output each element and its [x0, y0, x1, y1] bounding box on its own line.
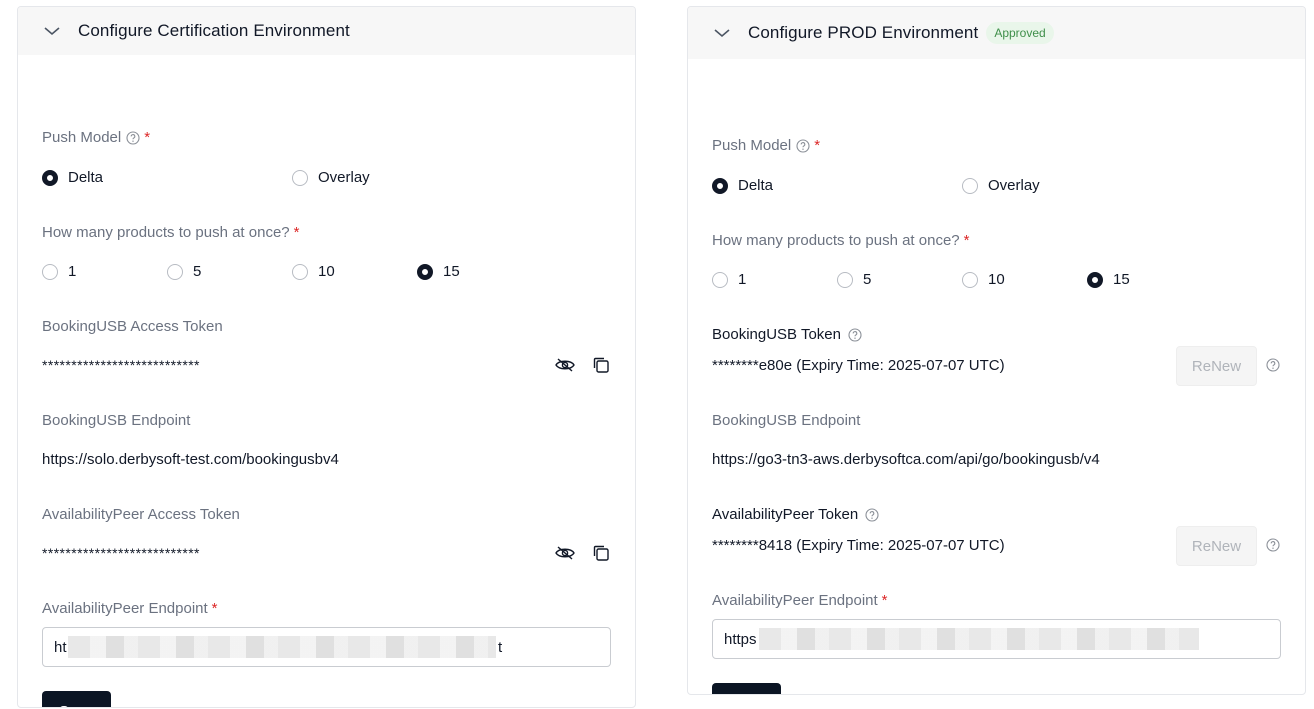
cert-products-label-text: How many products to push at once?: [42, 224, 290, 241]
chevron-down-icon[interactable]: [712, 23, 732, 43]
chevron-down-icon[interactable]: [42, 21, 62, 41]
radio-label: 10: [988, 271, 1005, 288]
prod-avail-endpoint-label-text: AvailabilityPeer Endpoint: [712, 592, 878, 609]
prod-products-label-text: How many products to push at once?: [712, 232, 960, 249]
prod-products-option-10[interactable]: 10: [962, 271, 1005, 288]
redacted-region: [68, 636, 496, 658]
radio-circle[interactable]: [292, 169, 308, 186]
cert-avail-endpoint-input[interactable]: ht t: [42, 627, 611, 667]
radio-label: 1: [738, 271, 747, 288]
radio-label: 15: [443, 263, 460, 280]
radio-circle[interactable]: [712, 271, 728, 288]
redacted-region: [759, 628, 1199, 650]
required-marker: *: [963, 232, 970, 249]
cert-products-option-5[interactable]: 5: [167, 263, 201, 280]
prod-booking-token-label: BookingUSB Token: [712, 326, 862, 343]
prod-booking-renew-button[interactable]: ReNew: [1176, 346, 1257, 386]
radio-label: Delta: [68, 169, 104, 186]
prod-booking-endpoint-label: BookingUSB Endpoint: [712, 412, 861, 429]
prod-push-model-overlay[interactable]: Overlay: [962, 177, 1040, 194]
status-badge: Approved: [986, 22, 1054, 44]
cert-avail-token-value: ***************************: [42, 545, 200, 561]
radio-label: 5: [863, 271, 872, 288]
radio-circle[interactable]: [417, 263, 433, 280]
prod-environment-panel: Configure PROD Environment Approved Push…: [687, 6, 1306, 695]
prod-booking-endpoint-value: https://go3-tn3-aws.derbysoftca.com/api/…: [712, 451, 1100, 468]
required-marker: *: [144, 129, 151, 146]
cert-avail-endpoint-label-text: AvailabilityPeer Endpoint: [42, 600, 208, 617]
radio-label: 1: [68, 263, 77, 280]
prod-panel-title: Configure PROD Environment: [748, 23, 979, 42]
cert-avail-endpoint-label: AvailabilityPeer Endpoint *: [42, 600, 218, 617]
question-circle-icon[interactable]: [126, 130, 140, 145]
prod-save-button[interactable]: Save: [712, 683, 782, 694]
prod-push-model-delta[interactable]: Delta: [712, 177, 773, 194]
input-value-prefix: ht: [54, 638, 67, 656]
prod-avail-endpoint-label: AvailabilityPeer Endpoint *: [712, 592, 888, 609]
cert-panel-header[interactable]: Configure Certification Environment: [18, 7, 635, 55]
copy-icon[interactable]: [591, 355, 611, 375]
radio-circle[interactable]: [167, 263, 183, 280]
input-value-prefix: https: [724, 630, 757, 648]
cert-products-option-1[interactable]: 1: [42, 263, 76, 280]
radio-circle[interactable]: [1087, 271, 1103, 288]
prod-avail-renew-button[interactable]: ReNew: [1176, 526, 1257, 566]
input-value-suffix: t: [498, 638, 503, 656]
prod-avail-token-label-text: AvailabilityPeer Token: [712, 506, 859, 523]
prod-panel-header[interactable]: Configure PROD Environment Approved: [688, 7, 1305, 59]
required-marker: *: [814, 137, 821, 154]
radio-label: 5: [193, 263, 202, 280]
question-circle-icon[interactable]: [865, 507, 879, 522]
prod-booking-token-value: ********e80e (Expiry Time: 2025-07-07 UT…: [712, 357, 1005, 374]
radio-circle[interactable]: [42, 169, 58, 186]
prod-products-option-15[interactable]: 15: [1087, 271, 1130, 288]
cert-booking-endpoint-value: https://solo.derbysoft-test.com/bookingu…: [42, 451, 339, 468]
prod-push-model-label-text: Push Model: [712, 137, 792, 154]
prod-avail-token-value: ********8418 (Expiry Time: 2025-07-07 UT…: [712, 537, 1005, 554]
required-marker: *: [211, 600, 218, 617]
cert-push-model-delta[interactable]: Delta: [42, 169, 103, 186]
radio-label: 15: [1113, 271, 1130, 288]
prod-products-label: How many products to push at once? *: [712, 232, 969, 249]
prod-products-option-5[interactable]: 5: [837, 271, 871, 288]
question-circle-icon[interactable]: [1266, 358, 1280, 372]
copy-icon[interactable]: [591, 543, 611, 563]
question-circle-icon[interactable]: [1266, 538, 1280, 552]
prod-products-option-1[interactable]: 1: [712, 271, 746, 288]
cert-push-model-label-text: Push Model: [42, 129, 122, 146]
cert-push-model-label: Push Model *: [42, 129, 150, 146]
cert-push-model-overlay[interactable]: Overlay: [292, 169, 370, 186]
question-circle-icon[interactable]: [796, 138, 810, 153]
required-marker: *: [881, 592, 888, 609]
cert-products-option-15[interactable]: 15: [417, 263, 460, 280]
radio-circle[interactable]: [42, 263, 58, 280]
radio-label: Overlay: [318, 169, 370, 186]
prod-avail-token-label: AvailabilityPeer Token: [712, 506, 879, 523]
required-marker: *: [293, 224, 300, 241]
prod-booking-token-label-text: BookingUSB Token: [712, 326, 841, 343]
radio-label: Overlay: [988, 177, 1040, 194]
cert-panel-title: Configure Certification Environment: [78, 21, 350, 40]
cert-products-option-10[interactable]: 10: [292, 263, 335, 280]
cert-save-button[interactable]: Save: [42, 691, 112, 707]
radio-circle[interactable]: [962, 271, 978, 288]
prod-avail-endpoint-input[interactable]: https: [712, 619, 1281, 659]
cert-avail-token-label: AvailabilityPeer Access Token: [42, 506, 240, 523]
cert-booking-token-value: ***************************: [42, 357, 200, 373]
radio-circle[interactable]: [292, 263, 308, 280]
eye-icon[interactable]: [555, 543, 575, 563]
question-circle-icon[interactable]: [848, 327, 862, 342]
radio-circle[interactable]: [712, 177, 728, 194]
radio-label: 10: [318, 263, 335, 280]
cert-environment-panel: Configure Certification Environment Push…: [17, 6, 636, 708]
radio-circle[interactable]: [837, 271, 853, 288]
radio-label: Delta: [738, 177, 774, 194]
radio-circle[interactable]: [962, 177, 978, 194]
cert-booking-token-label: BookingUSB Access Token: [42, 318, 223, 335]
eye-icon[interactable]: [555, 355, 575, 375]
prod-push-model-label: Push Model *: [712, 137, 820, 154]
cert-booking-endpoint-label: BookingUSB Endpoint: [42, 412, 191, 429]
cert-products-label: How many products to push at once? *: [42, 224, 299, 241]
